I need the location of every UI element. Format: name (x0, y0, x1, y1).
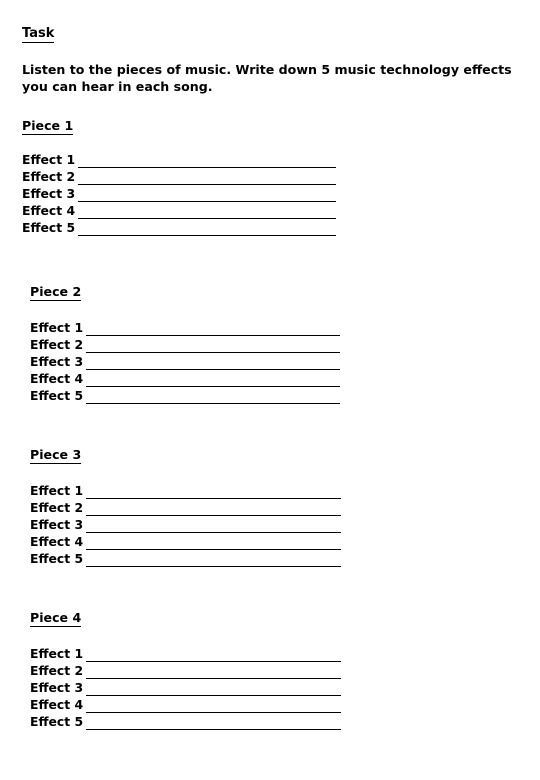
effect-answer-line[interactable] (86, 682, 341, 696)
effect-label: Effect 1 (30, 320, 84, 335)
effect-answer-line[interactable] (86, 373, 340, 387)
effect-answer-line[interactable] (78, 171, 336, 185)
effect-row: Effect 1 (30, 482, 341, 499)
effect-label: Effect 2 (30, 663, 84, 678)
instructions-paragraph: Listen to the pieces of music. Write dow… (22, 62, 512, 94)
effect-row: Effect 4 (30, 696, 341, 713)
effect-label: Effect 3 (30, 680, 84, 695)
piece-heading-2: Piece 2 (30, 284, 341, 301)
effect-label: Effect 4 (30, 697, 84, 712)
effect-answer-line[interactable] (86, 322, 340, 336)
effect-answer-line[interactable] (86, 536, 341, 550)
effect-label: Effect 5 (30, 714, 84, 729)
effect-row: Effect 5 (30, 550, 341, 567)
effect-answer-line[interactable] (86, 699, 341, 713)
effect-label: Effect 5 (30, 551, 84, 566)
effect-answer-line[interactable] (86, 519, 341, 533)
effect-label: Effect 2 (30, 500, 84, 515)
effects-wrap-3: Effect 1 Effect 2 Effect 3 Effect 4 Effe… (30, 482, 341, 567)
effect-label: Effect 3 (22, 186, 76, 201)
effect-row: Effect 5 (30, 713, 341, 730)
effect-row: Effect 4 (30, 533, 341, 550)
effect-row: Effect 3 (30, 679, 341, 696)
effect-answer-line[interactable] (78, 205, 336, 219)
effects-wrap-2: Effect 1 Effect 2 Effect 3 Effect 4 Effe… (30, 319, 340, 404)
effect-label: Effect 4 (30, 534, 84, 549)
piece-heading-2-text: Piece 2 (30, 284, 82, 301)
effect-row: Effect 5 (30, 387, 340, 404)
effect-row: Effect 2 (22, 168, 336, 185)
piece-section-2: Piece 2 Effect 1 Effect 2 Effect 3 Effec… (30, 284, 341, 404)
effect-row: Effect 1 (30, 645, 341, 662)
effect-label: Effect 1 (30, 483, 84, 498)
effect-answer-line[interactable] (86, 485, 341, 499)
task-heading-text: Task (22, 26, 55, 43)
effect-label: Effect 4 (30, 371, 84, 386)
effects-wrap-4: Effect 1 Effect 2 Effect 3 Effect 4 Effe… (30, 645, 341, 730)
effect-answer-line[interactable] (86, 339, 340, 353)
effect-label: Effect 4 (22, 203, 76, 218)
effect-row: Effect 3 (30, 353, 340, 370)
piece-heading-1-text: Piece 1 (22, 118, 74, 135)
piece-heading-4: Piece 4 (30, 610, 342, 627)
piece-section-4: Piece 4 Effect 1 Effect 2 Effect 3 Effec… (30, 610, 342, 730)
effect-label: Effect 5 (30, 388, 84, 403)
piece-heading-3: Piece 3 (30, 447, 342, 464)
effect-answer-line[interactable] (86, 356, 340, 370)
page-title: Task (22, 26, 55, 43)
effect-answer-line[interactable] (78, 188, 336, 202)
effect-row: Effect 3 (22, 185, 336, 202)
effect-answer-line[interactable] (86, 665, 341, 679)
effect-row: Effect 3 (30, 516, 341, 533)
effect-answer-line[interactable] (86, 648, 341, 662)
effects-wrap-1: Effect 1 Effect 2 Effect 3 Effect 4 Effe… (22, 151, 336, 236)
effect-list-4: Effect 1 Effect 2 Effect 3 Effect 4 Effe… (30, 645, 341, 730)
effect-label: Effect 3 (30, 354, 84, 369)
effect-label: Effect 2 (22, 169, 76, 184)
effect-row: Effect 2 (30, 662, 341, 679)
effect-label: Effect 5 (22, 220, 76, 235)
piece-heading-4-text: Piece 4 (30, 610, 82, 627)
effect-row: Effect 4 (30, 370, 340, 387)
effect-label: Effect 3 (30, 517, 84, 532)
effect-answer-line[interactable] (86, 716, 341, 730)
effect-answer-line[interactable] (86, 390, 340, 404)
effect-list-1: Effect 1 Effect 2 Effect 3 Effect 4 Effe… (22, 151, 336, 236)
effect-answer-line[interactable] (78, 154, 336, 168)
effect-label: Effect 2 (30, 337, 84, 352)
piece-heading-3-text: Piece 3 (30, 447, 82, 464)
effect-row: Effect 1 (22, 151, 336, 168)
piece-section-1: Piece 1 Effect 1 Effect 2 Effect 3 Effec… (22, 118, 338, 236)
effect-label: Effect 1 (22, 152, 76, 167)
effect-row: Effect 4 (22, 202, 336, 219)
effect-row: Effect 2 (30, 336, 340, 353)
effect-row: Effect 5 (22, 219, 336, 236)
effect-row: Effect 2 (30, 499, 341, 516)
effect-answer-line[interactable] (86, 553, 341, 567)
effect-answer-line[interactable] (86, 502, 341, 516)
effect-answer-line[interactable] (78, 222, 336, 236)
piece-heading-1: Piece 1 (22, 118, 338, 135)
effect-list-3: Effect 1 Effect 2 Effect 3 Effect 4 Effe… (30, 482, 341, 567)
worksheet-page: Task Listen to the pieces of music. Writ… (0, 0, 540, 780)
effect-list-2: Effect 1 Effect 2 Effect 3 Effect 4 Effe… (30, 319, 340, 404)
effect-row: Effect 1 (30, 319, 340, 336)
piece-section-3: Piece 3 Effect 1 Effect 2 Effect 3 Effec… (30, 447, 342, 567)
effect-label: Effect 1 (30, 646, 84, 661)
